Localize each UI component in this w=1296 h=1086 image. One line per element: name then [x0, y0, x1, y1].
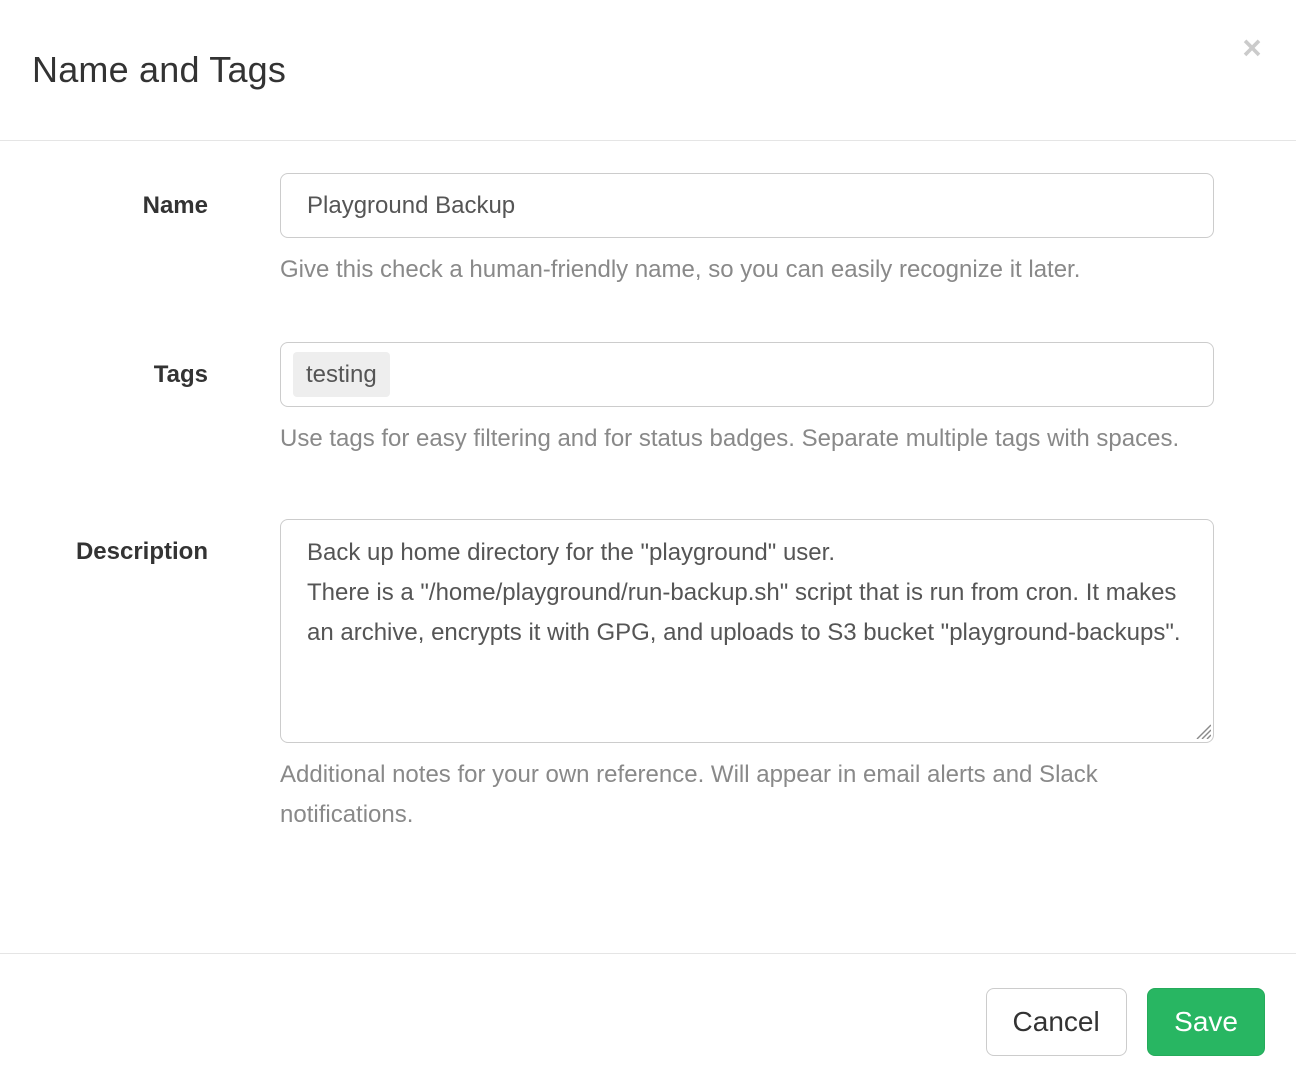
cancel-button[interactable]: Cancel: [986, 988, 1127, 1056]
description-control-column: Back up home directory for the "playgrou…: [280, 519, 1214, 835]
name-control-column: Give this check a human-friendly name, s…: [280, 173, 1214, 290]
description-label: Description: [0, 519, 250, 572]
tags-help-text: Use tags for easy filtering and for stat…: [280, 419, 1214, 459]
name-and-tags-modal: Name and Tags × Name Give this check a h…: [0, 0, 1296, 1086]
save-button[interactable]: Save: [1147, 988, 1265, 1056]
name-field-row: Name Give this check a human-friendly na…: [0, 173, 1296, 290]
tags-input[interactable]: testing: [280, 342, 1214, 407]
tag-chip: testing: [293, 352, 390, 397]
description-field-row: Description Back up home directory for t…: [0, 519, 1296, 835]
tags-label: Tags: [0, 342, 250, 395]
modal-header: Name and Tags ×: [0, 0, 1296, 141]
tags-control-column: testing Use tags for easy filtering and …: [280, 342, 1214, 459]
name-help-text: Give this check a human-friendly name, s…: [280, 250, 1214, 290]
description-help-text: Additional notes for your own reference.…: [280, 755, 1214, 835]
modal-title: Name and Tags: [32, 49, 286, 91]
modal-body: Name Give this check a human-friendly na…: [0, 141, 1296, 953]
name-label: Name: [0, 173, 250, 226]
close-icon: ×: [1242, 29, 1261, 66]
modal-footer: Cancel Save: [0, 953, 1296, 1086]
tags-field-row: Tags testing Use tags for easy filtering…: [0, 342, 1296, 459]
description-textarea-wrap: Back up home directory for the "playgrou…: [280, 519, 1214, 743]
name-input[interactable]: [280, 173, 1214, 238]
description-textarea[interactable]: Back up home directory for the "playgrou…: [280, 519, 1214, 743]
close-button[interactable]: ×: [1230, 26, 1274, 70]
